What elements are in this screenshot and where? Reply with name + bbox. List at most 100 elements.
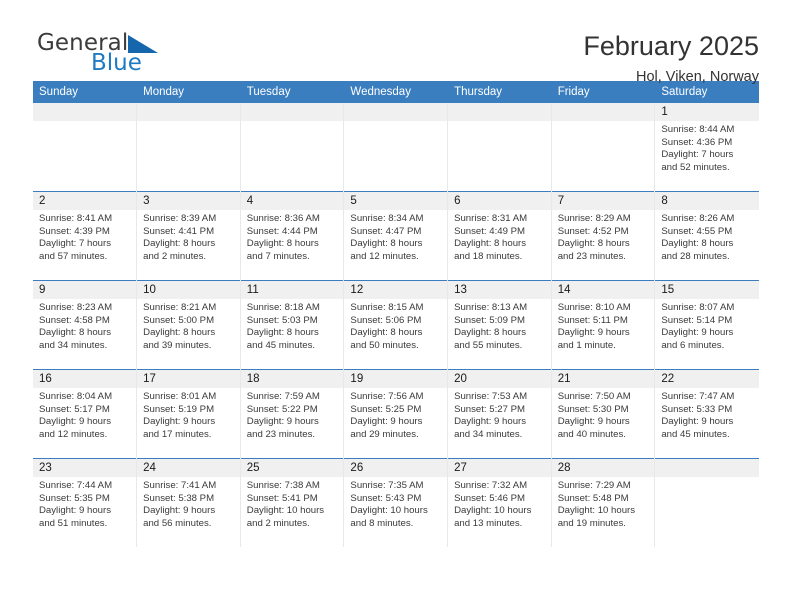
daylight-text-line1: Daylight: 7 hours	[39, 238, 111, 250]
calendar-day-cell[interactable]: 8 Sunrise: 8:26 AM Sunset: 4:55 PM Dayli…	[654, 191, 759, 281]
sunset-text: Sunset: 5:00 PM	[143, 314, 215, 326]
day-number	[33, 103, 137, 121]
calendar-day-cell[interactable]: 17 Sunrise: 8:01 AM Sunset: 5:19 PM Dayl…	[136, 369, 241, 459]
calendar-day-cell[interactable]: 5 Sunrise: 8:34 AM Sunset: 4:47 PM Dayli…	[343, 191, 449, 281]
calendar-day-cell[interactable]	[33, 103, 138, 192]
calendar-day-cell[interactable]: 2 Sunrise: 8:41 AM Sunset: 4:39 PM Dayli…	[33, 191, 138, 281]
day-number: 23	[33, 459, 137, 477]
calendar-day-cell[interactable]: 18 Sunrise: 7:59 AM Sunset: 5:22 PM Dayl…	[240, 369, 345, 459]
day-details: Sunrise: 8:04 AM Sunset: 5:17 PM Dayligh…	[33, 388, 136, 441]
daylight-text-line1: Daylight: 7 hours	[661, 149, 734, 161]
daylight-text-line1: Daylight: 9 hours	[661, 327, 734, 339]
sunrise-text: Sunrise: 8:18 AM	[246, 302, 320, 313]
sunset-text: Sunset: 5:48 PM	[557, 492, 629, 504]
calendar-day-cell[interactable]: 19 Sunrise: 7:56 AM Sunset: 5:25 PM Dayl…	[343, 369, 449, 459]
calendar-day-cell[interactable]	[654, 458, 759, 547]
calendar-day-cell[interactable]: 26 Sunrise: 7:35 AM Sunset: 5:43 PM Dayl…	[343, 458, 449, 547]
calendar-day-cell[interactable]: 15 Sunrise: 8:07 AM Sunset: 5:14 PM Dayl…	[654, 280, 759, 370]
day-details: Sunrise: 8:23 AM Sunset: 4:58 PM Dayligh…	[33, 299, 136, 352]
calendar-day-cell[interactable]	[551, 103, 656, 192]
daylight-text-line2: and 2 minutes.	[246, 517, 310, 529]
sunrise-text: Sunrise: 7:50 AM	[557, 391, 631, 402]
calendar-day-cell[interactable]: 3 Sunrise: 8:39 AM Sunset: 4:41 PM Dayli…	[136, 191, 241, 281]
daylight-text-line2: and 6 minutes.	[661, 339, 725, 351]
day-details: Sunrise: 7:50 AM Sunset: 5:30 PM Dayligh…	[552, 388, 655, 441]
day-number: 10	[137, 281, 240, 299]
daylight-text-line2: and 57 minutes.	[39, 250, 108, 262]
calendar-day-cell[interactable]	[343, 103, 449, 192]
day-number: 3	[137, 192, 240, 210]
weekday-header-thursday: Thursday	[447, 81, 552, 103]
daylight-text-line1: Daylight: 8 hours	[350, 327, 423, 339]
day-details: Sunrise: 7:44 AM Sunset: 5:35 PM Dayligh…	[33, 477, 136, 530]
daylight-text-line2: and 45 minutes.	[246, 339, 316, 351]
calendar-day-cell[interactable]: 11 Sunrise: 8:18 AM Sunset: 5:03 PM Dayl…	[240, 280, 345, 370]
weekday-header-tuesday: Tuesday	[240, 81, 345, 103]
daylight-text-line1: Daylight: 8 hours	[350, 238, 423, 250]
calendar-day-cell[interactable]: 21 Sunrise: 7:50 AM Sunset: 5:30 PM Dayl…	[551, 369, 656, 459]
day-number: 18	[240, 370, 344, 388]
daylight-text-line1: Daylight: 10 hours	[350, 505, 428, 517]
day-number	[448, 103, 551, 121]
calendar-day-cell[interactable]	[240, 103, 345, 192]
daylight-text-line2: and 13 minutes.	[454, 517, 523, 529]
day-details: Sunrise: 7:35 AM Sunset: 5:43 PM Dayligh…	[344, 477, 447, 530]
page-header: General Blue February 2025 Hol, Viken, N…	[33, 0, 759, 85]
calendar-day-cell[interactable]	[447, 103, 552, 192]
daylight-text-line1: Daylight: 8 hours	[39, 327, 111, 339]
daylight-text-line2: and 2 minutes.	[143, 250, 207, 262]
calendar-day-cell[interactable]: 10 Sunrise: 8:21 AM Sunset: 5:00 PM Dayl…	[136, 280, 241, 370]
logo-text-blue: Blue	[91, 50, 142, 76]
day-details: Sunrise: 7:56 AM Sunset: 5:25 PM Dayligh…	[344, 388, 447, 441]
calendar-day-cell[interactable]: 27 Sunrise: 7:32 AM Sunset: 5:46 PM Dayl…	[447, 458, 552, 547]
calendar-day-cell[interactable]: 28 Sunrise: 7:29 AM Sunset: 5:48 PM Dayl…	[551, 458, 656, 547]
day-number: 20	[448, 370, 551, 388]
sunset-text: Sunset: 5:30 PM	[557, 403, 629, 415]
sunrise-text: Sunrise: 7:29 AM	[557, 480, 631, 491]
sunset-text: Sunset: 5:11 PM	[557, 314, 628, 326]
calendar-day-cell[interactable]: 9 Sunrise: 8:23 AM Sunset: 4:58 PM Dayli…	[33, 280, 138, 370]
sunrise-text: Sunrise: 7:32 AM	[454, 480, 528, 491]
daylight-text-line1: Daylight: 10 hours	[454, 505, 532, 517]
calendar-day-cell[interactable]: 13 Sunrise: 8:13 AM Sunset: 5:09 PM Dayl…	[447, 280, 552, 370]
day-number: 6	[448, 192, 551, 210]
day-number: 8	[655, 192, 759, 210]
day-number: 9	[33, 281, 137, 299]
calendar-day-cell[interactable]: 22 Sunrise: 7:47 AM Sunset: 5:33 PM Dayl…	[654, 369, 759, 459]
sunset-text: Sunset: 4:55 PM	[661, 225, 733, 237]
calendar-day-cell[interactable]: 25 Sunrise: 7:38 AM Sunset: 5:41 PM Dayl…	[240, 458, 345, 547]
sunset-text: Sunset: 4:47 PM	[350, 225, 422, 237]
daylight-text-line1: Daylight: 10 hours	[246, 505, 325, 517]
general-blue-logo[interactable]: General Blue	[33, 30, 163, 80]
calendar-day-cell[interactable]: 4 Sunrise: 8:36 AM Sunset: 4:44 PM Dayli…	[240, 191, 345, 281]
daylight-text-line1: Daylight: 10 hours	[557, 505, 636, 517]
daylight-text-line2: and 19 minutes.	[557, 517, 626, 529]
day-details: Sunrise: 8:44 AM Sunset: 4:36 PM Dayligh…	[655, 121, 758, 174]
daylight-text-line2: and 23 minutes.	[557, 250, 626, 262]
calendar-day-cell[interactable]: 20 Sunrise: 7:53 AM Sunset: 5:27 PM Dayl…	[447, 369, 552, 459]
sunrise-text: Sunrise: 8:39 AM	[143, 213, 217, 224]
calendar-day-cell[interactable]: 12 Sunrise: 8:15 AM Sunset: 5:06 PM Dayl…	[343, 280, 449, 370]
calendar-day-cell[interactable]: 1 Sunrise: 8:44 AM Sunset: 4:36 PM Dayli…	[655, 103, 759, 192]
title-block: February 2025 Hol, Viken, Norway	[583, 30, 759, 86]
calendar-week-row: 16 Sunrise: 8:04 AM Sunset: 5:17 PM Dayl…	[33, 369, 759, 459]
calendar-day-cell[interactable]: 24 Sunrise: 7:41 AM Sunset: 5:38 PM Dayl…	[136, 458, 241, 547]
sunset-text: Sunset: 4:52 PM	[557, 225, 629, 237]
calendar-day-cell[interactable]: 6 Sunrise: 8:31 AM Sunset: 4:49 PM Dayli…	[447, 191, 552, 281]
day-number: 13	[448, 281, 551, 299]
sunrise-text: Sunrise: 8:44 AM	[661, 124, 735, 135]
sunrise-text: Sunrise: 7:44 AM	[39, 480, 113, 491]
sunrise-text: Sunrise: 8:01 AM	[143, 391, 217, 402]
calendar-day-cell[interactable]: 7 Sunrise: 8:29 AM Sunset: 4:52 PM Dayli…	[551, 191, 656, 281]
calendar-day-cell[interactable]: 16 Sunrise: 8:04 AM Sunset: 5:17 PM Dayl…	[33, 369, 138, 459]
calendar-day-cell[interactable]: 23 Sunrise: 7:44 AM Sunset: 5:35 PM Dayl…	[33, 458, 138, 547]
daylight-text-line2: and 34 minutes.	[454, 428, 523, 440]
daylight-text-line1: Daylight: 8 hours	[454, 327, 527, 339]
weekday-header-wednesday: Wednesday	[343, 81, 449, 103]
sunrise-text: Sunrise: 8:26 AM	[661, 213, 735, 224]
sunset-text: Sunset: 5:27 PM	[454, 403, 525, 415]
calendar-day-cell[interactable]	[136, 103, 241, 192]
day-number: 22	[655, 370, 759, 388]
daylight-text-line2: and 39 minutes.	[143, 339, 212, 351]
calendar-day-cell[interactable]: 14 Sunrise: 8:10 AM Sunset: 5:11 PM Dayl…	[551, 280, 656, 370]
